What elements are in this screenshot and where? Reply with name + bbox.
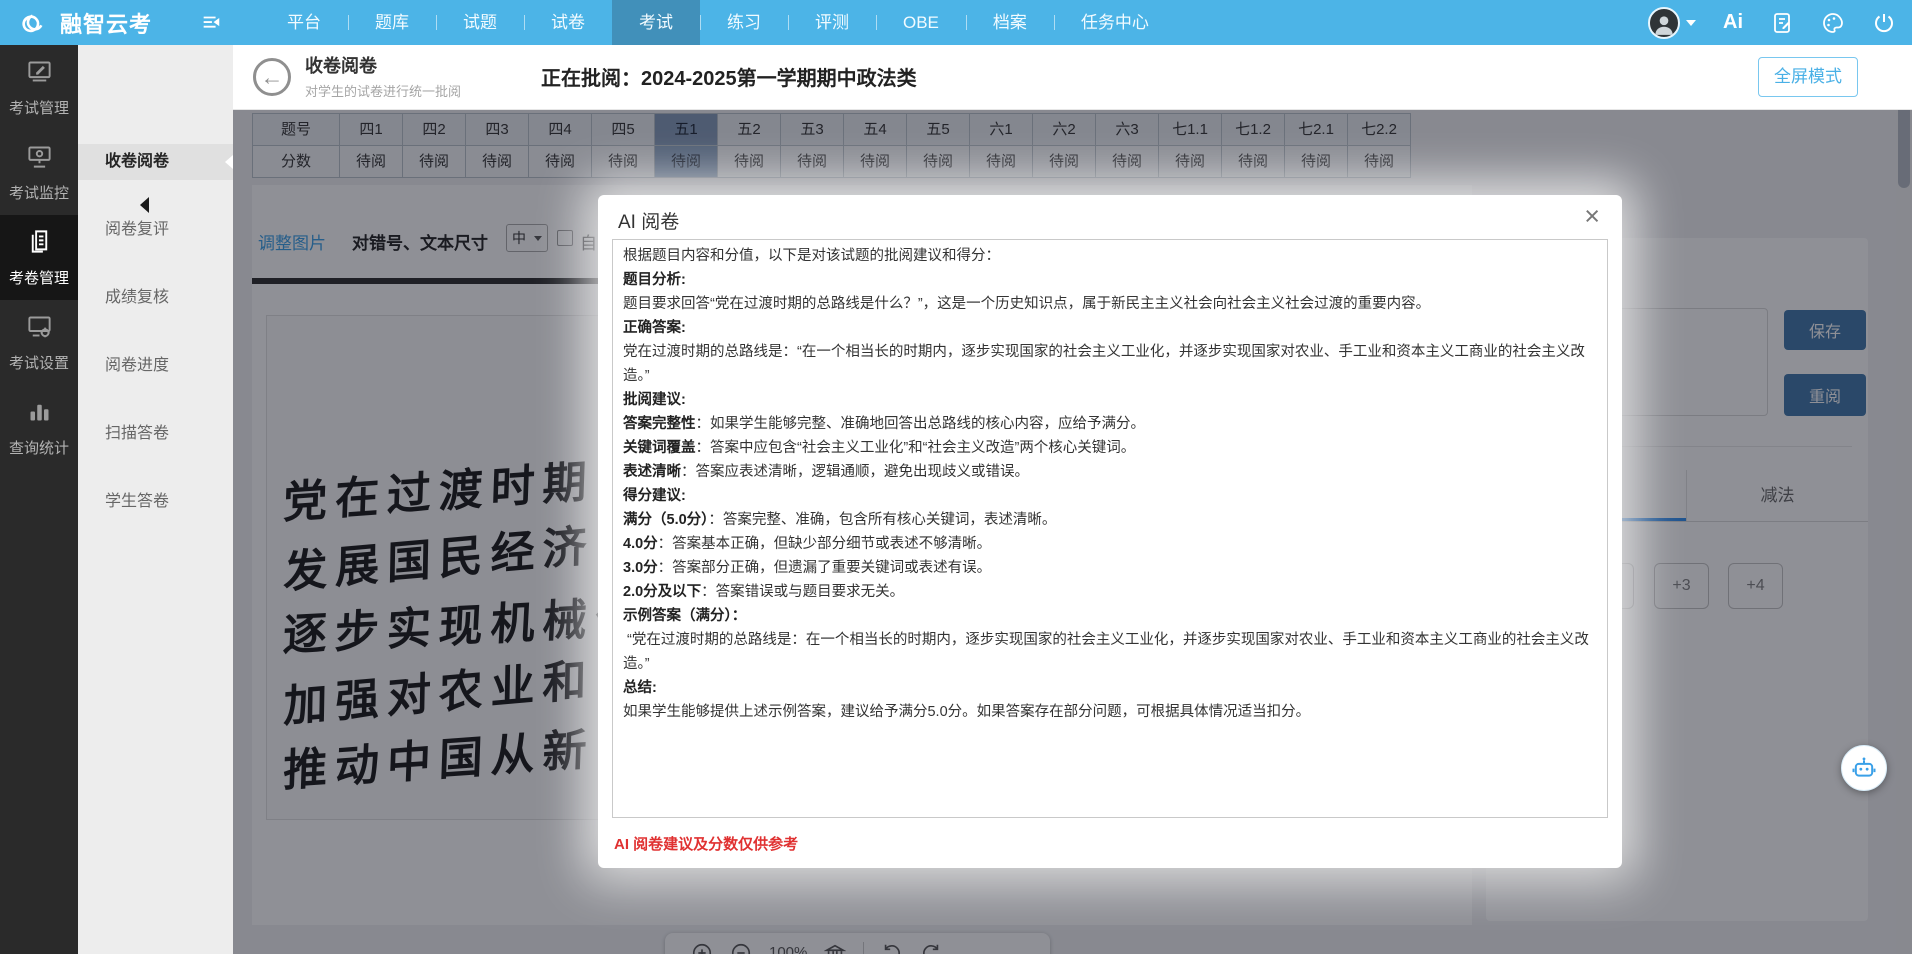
query-stats-icon (26, 398, 53, 430)
ai-suggestion-line: 关键词覆盖：答案中应包含“社会主义工业化”和“社会主义改造”两个核心关键词。 (623, 436, 1597, 460)
exam-setting-icon (26, 313, 53, 345)
ai-suggestion-line: 答案完整性：如果学生能够完整、准确地回答出总路线的核心内容，应给予满分。 (623, 412, 1597, 436)
sidebar-item-label: 考卷管理 (9, 267, 69, 288)
nav-item-档案[interactable]: 档案 (966, 0, 1054, 45)
ai-suggestion-line: “党在过渡时期的总路线是：在一个相当长的时期内，逐步实现国家的社会主义工业化，并… (623, 628, 1597, 676)
app-root: 融智云考 平台题库试题试卷考试练习评测OBE档案任务中心 Ai (0, 0, 1912, 954)
theme-palette-icon[interactable] (1821, 11, 1845, 35)
nav-item-题库[interactable]: 题库 (348, 0, 436, 45)
nav-item-试题[interactable]: 试题 (436, 0, 524, 45)
grading-label: 正在批阅： (541, 68, 641, 90)
submenu-item-成绩复核[interactable]: 成绩复核 (78, 280, 233, 316)
ai-suggestion-line: 批阅建议: (623, 388, 1597, 412)
submenu-collapse-arrow[interactable] (140, 197, 149, 213)
ai-suggestion-line: 题目分析: (623, 268, 1597, 292)
sidebar-item-考试设置[interactable]: 考试设置 (0, 300, 78, 385)
nav-item-练习[interactable]: 练习 (700, 0, 788, 45)
sidebar-item-考卷管理[interactable]: 考卷管理 (0, 215, 78, 300)
exam-name: 2024-2025第一学期期中政法类 (641, 68, 917, 90)
brand: 融智云考 (0, 6, 186, 40)
nav-item-任务中心[interactable]: 任务中心 (1054, 0, 1176, 45)
ai-robot-icon (1850, 754, 1878, 782)
ai-suggestion-line: 题目要求回答“党在过渡时期的总路线是什么？”，这是一个历史知识点，属于新民主主义… (623, 292, 1597, 316)
sidebar-item-考试监控[interactable]: 考试监控 (0, 130, 78, 215)
user-menu[interactable] (1648, 7, 1696, 39)
top-bar: 融智云考 平台题库试题试卷考试练习评测OBE档案任务中心 Ai (0, 0, 1912, 45)
page-subtitle: 对学生的试卷进行统一批阅 (305, 81, 461, 100)
ai-suggestion-line: 3.0分：答案部分正确，但遗漏了重要关键词或表述有误。 (623, 556, 1597, 580)
nav-item-评测[interactable]: 评测 (788, 0, 876, 45)
ai-robot-button[interactable] (1841, 745, 1887, 791)
ai-suggestion-line: 总结: (623, 676, 1597, 700)
ai-tool-icon[interactable]: Ai (1723, 11, 1743, 34)
ai-suggestion-line: 2.0分及以下：答案错误或与题目要求无关。 (623, 580, 1597, 604)
app-title: 融智云考 (60, 7, 152, 39)
ai-suggestion-line: 得分建议: (623, 484, 1597, 508)
submenu-item-阅卷进度[interactable]: 阅卷进度 (78, 348, 233, 384)
nav-item-试卷[interactable]: 试卷 (524, 0, 612, 45)
ai-suggestion-line: 党在过渡时期的总路线是：“在一个相当长的时期内，逐步实现国家的社会主义工业化，并… (623, 340, 1597, 388)
close-icon[interactable]: × (1584, 201, 1600, 231)
secondary-sidebar: 收卷阅卷阅卷复评成绩复核阅卷进度扫描答卷学生答卷 (78, 45, 233, 954)
back-button[interactable]: ← (253, 58, 291, 96)
ai-suggestion-line: 满分（5.0分）：答案完整、准确，包含所有核心关键词，表述清晰。 (623, 508, 1597, 532)
modal-title: AI 阅卷 (618, 207, 679, 234)
submenu-item-学生答卷[interactable]: 学生答卷 (78, 484, 233, 520)
menu-collapse-icon[interactable] (196, 8, 226, 38)
ai-suggestion-line: 根据题目内容和分值，以下是对该试题的批阅建议和得分： (623, 244, 1597, 268)
grading-status: 正在批阅：2024-2025第一学期期中政法类 (541, 62, 917, 91)
exam-monitor-icon (26, 143, 53, 175)
exam-manage-icon (26, 58, 53, 90)
ai-suggestion-line: 正确答案: (623, 316, 1597, 340)
grading-notes-icon[interactable] (1770, 11, 1794, 35)
topbar-right: Ai (1648, 0, 1896, 45)
page-header: ← 收卷阅卷 对学生的试卷进行统一批阅 正在批阅：2024-2025第一学期期中… (233, 45, 1912, 110)
submenu-item-阅卷复评[interactable]: 阅卷复评 (78, 212, 233, 248)
sidebar-item-查询统计[interactable]: 查询统计 (0, 385, 78, 470)
logout-power-icon[interactable] (1872, 11, 1896, 35)
ai-suggestion-line: 4.0分：答案基本正确，但缺少部分细节或表述不够清晰。 (623, 532, 1597, 556)
fullscreen-button[interactable]: 全屏模式 (1758, 57, 1858, 97)
ai-suggestion-line: 表述清晰：答案应表述清晰，逻辑通顺，避免出现歧义或错误。 (623, 460, 1597, 484)
submenu-item-收卷阅卷[interactable]: 收卷阅卷 (78, 144, 233, 180)
nav-item-OBE[interactable]: OBE (876, 0, 966, 45)
sidebar-item-label: 考试设置 (9, 352, 69, 373)
page-title: 收卷阅卷 (305, 52, 377, 78)
sidebar-item-考试管理[interactable]: 考试管理 (0, 45, 78, 130)
submenu-item-扫描答卷[interactable]: 扫描答卷 (78, 416, 233, 452)
paper-manage-icon (26, 228, 53, 260)
sidebar-item-label: 查询统计 (9, 437, 69, 458)
sidebar-item-label: 考试管理 (9, 97, 69, 118)
top-nav: 平台题库试题试卷考试练习评测OBE档案任务中心 (260, 0, 1176, 45)
nav-item-考试[interactable]: 考试 (612, 0, 700, 45)
user-avatar-icon[interactable] (1648, 7, 1680, 39)
ai-grading-modal: AI 阅卷 × 根据题目内容和分值，以下是对该试题的批阅建议和得分：题目分析:题… (598, 195, 1622, 868)
sidebar-item-label: 考试监控 (9, 182, 69, 203)
ai-suggestion-line: 示例答案（满分）： (623, 604, 1597, 628)
ai-suggestion-line: 如果学生能够提供上述示例答案，建议给予满分5.0分。如果答案存在部分问题，可根据… (623, 700, 1597, 724)
nav-item-平台[interactable]: 平台 (260, 0, 348, 45)
primary-sidebar: 考试管理考试监控考卷管理考试设置查询统计 (0, 45, 78, 954)
logo-icon (16, 6, 50, 40)
chevron-down-icon (1686, 20, 1696, 26)
ai-disclaimer: AI 阅卷建议及分数仅供参考 (614, 833, 798, 854)
ai-suggestion-text[interactable]: 根据题目内容和分值，以下是对该试题的批阅建议和得分：题目分析:题目要求回答“党在… (612, 239, 1608, 818)
